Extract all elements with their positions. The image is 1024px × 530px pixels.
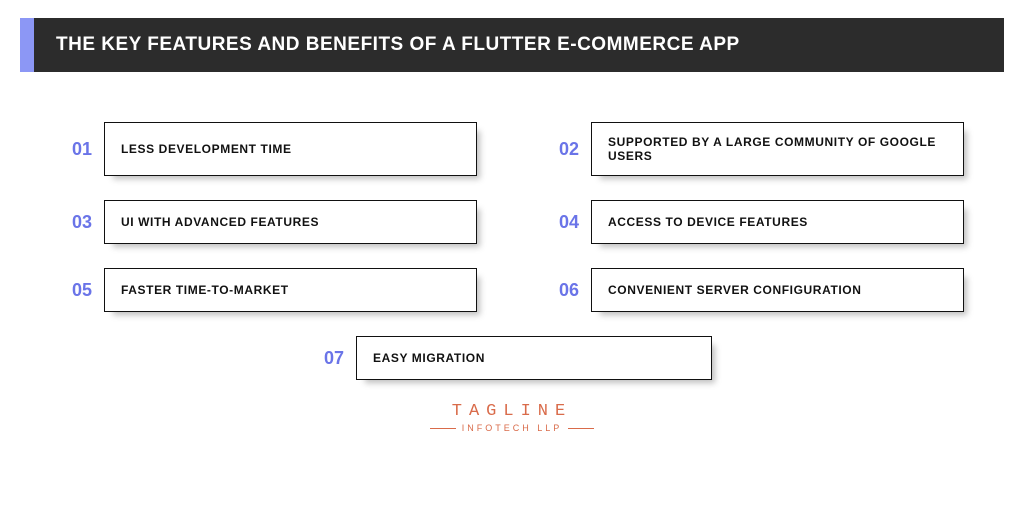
- feature-item: 05 FASTER TIME-TO-MARKET: [60, 268, 477, 312]
- feature-label: EASY MIGRATION: [356, 336, 712, 380]
- feature-label: SUPPORTED BY A LARGE COMMUNITY OF GOOGLE…: [591, 122, 964, 176]
- feature-item: 04 ACCESS TO DEVICE FEATURES: [547, 200, 964, 244]
- feature-number: 01: [60, 122, 104, 176]
- feature-number: 04: [547, 200, 591, 244]
- feature-number: 02: [547, 122, 591, 176]
- feature-number: 05: [60, 268, 104, 312]
- logo-divider-icon: [430, 428, 456, 429]
- header-bar: THE KEY FEATURES AND BENEFITS OF A FLUTT…: [20, 18, 1004, 72]
- logo-divider-icon: [568, 428, 594, 429]
- logo-text-top: TAGLINE: [452, 402, 572, 421]
- feature-label: LESS DEVELOPMENT TIME: [104, 122, 477, 176]
- feature-label: ACCESS TO DEVICE FEATURES: [591, 200, 964, 244]
- feature-number: 07: [312, 336, 356, 380]
- page-title: THE KEY FEATURES AND BENEFITS OF A FLUTT…: [34, 18, 1004, 72]
- feature-item: 01 LESS DEVELOPMENT TIME: [60, 122, 477, 176]
- feature-label: CONVENIENT SERVER CONFIGURATION: [591, 268, 964, 312]
- feature-row-centered: 07 EASY MIGRATION: [0, 336, 1024, 380]
- logo-text-bottom: INFOTECH LLP: [430, 423, 595, 433]
- feature-label: FASTER TIME-TO-MARKET: [104, 268, 477, 312]
- feature-item: 02 SUPPORTED BY A LARGE COMMUNITY OF GOO…: [547, 122, 964, 176]
- feature-label: UI WITH ADVANCED FEATURES: [104, 200, 477, 244]
- feature-number: 03: [60, 200, 104, 244]
- logo-subtitle: INFOTECH LLP: [462, 423, 563, 433]
- brand-logo: TAGLINE INFOTECH LLP: [0, 402, 1024, 433]
- feature-grid: 01 LESS DEVELOPMENT TIME 02 SUPPORTED BY…: [60, 122, 964, 312]
- accent-bar: [20, 18, 34, 72]
- feature-item: 03 UI WITH ADVANCED FEATURES: [60, 200, 477, 244]
- feature-item: 07 EASY MIGRATION: [312, 336, 712, 380]
- feature-item: 06 CONVENIENT SERVER CONFIGURATION: [547, 268, 964, 312]
- feature-number: 06: [547, 268, 591, 312]
